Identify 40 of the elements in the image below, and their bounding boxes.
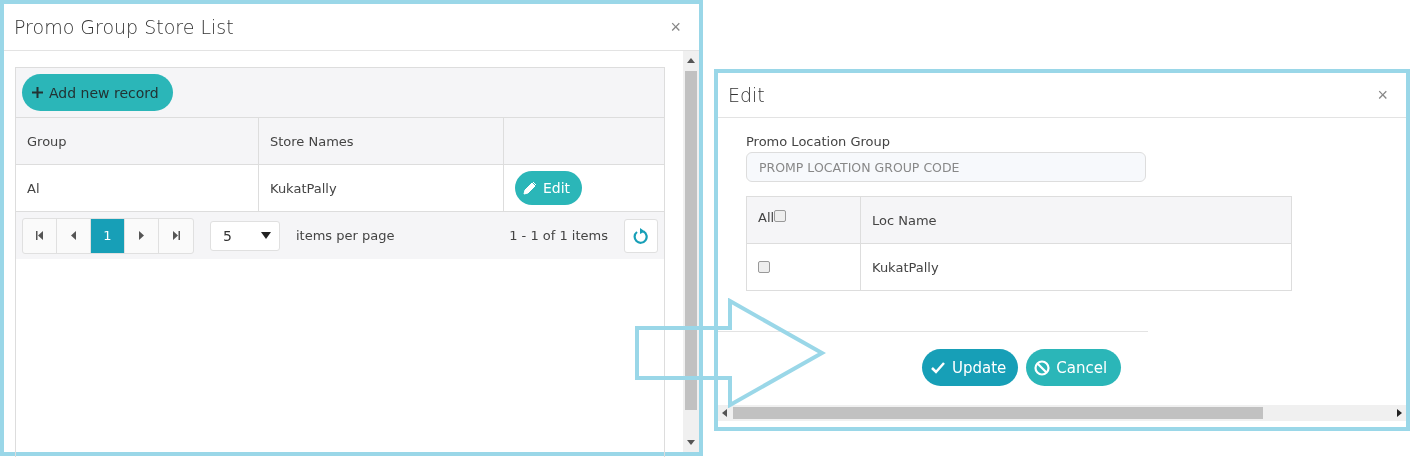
- plus-icon: [32, 87, 43, 98]
- close-button[interactable]: ×: [670, 16, 681, 38]
- table-cell-text: KukatPally: [871, 258, 940, 277]
- horizontal-scrollbar[interactable]: [718, 405, 1406, 421]
- page-button[interactable]: 1: [91, 218, 125, 253]
- close-button[interactable]: ×: [1377, 84, 1388, 106]
- scroll-right-icon[interactable]: [1395, 409, 1403, 417]
- update-button[interactable]: Update: [922, 349, 1019, 386]
- dialog-title: Edit: [728, 84, 765, 106]
- select-all-checkbox[interactable]: [774, 209, 787, 222]
- dialog-title: Promo Group Store List: [14, 16, 234, 38]
- column-header: Store Names: [259, 118, 504, 164]
- ban-icon: [1034, 359, 1051, 376]
- cancel-button[interactable]: Cancel: [1026, 349, 1122, 386]
- last-page-icon: [171, 231, 181, 240]
- scroll-left-icon[interactable]: [721, 409, 729, 417]
- edit-button[interactable]: Edit: [515, 171, 583, 205]
- previous-icon: [69, 231, 78, 240]
- input-field[interactable]: PROMP LOCATION GROUP CODE: [746, 152, 1146, 182]
- pager-info: 1 - 1 of 1 items: [509, 228, 608, 243]
- first-page-icon: [35, 231, 44, 240]
- scroll-up-icon[interactable]: [687, 57, 695, 65]
- check-icon: [930, 360, 946, 375]
- table-cell: Al: [16, 165, 259, 211]
- pencil-icon: [523, 181, 537, 195]
- row-checkbox[interactable]: [758, 261, 770, 273]
- column-header: Loc Name: [871, 211, 938, 230]
- refresh-icon: [633, 227, 649, 244]
- add-record-button[interactable]: Add new record: [22, 74, 173, 111]
- field-label: Promo Location Group: [746, 134, 892, 149]
- page-size-dropdown[interactable]: 5: [210, 220, 280, 251]
- column-header: Group: [16, 118, 259, 164]
- page-size-label: items per page: [296, 228, 395, 243]
- next-icon: [137, 231, 146, 240]
- scroll-down-icon[interactable]: [687, 438, 695, 446]
- select-all-label: All: [758, 209, 775, 225]
- table-cell: KukatPally: [259, 165, 504, 211]
- caret-icon: [261, 232, 271, 239]
- vertical-scrollbar[interactable]: [683, 51, 699, 452]
- refresh-button[interactable]: [624, 218, 658, 253]
